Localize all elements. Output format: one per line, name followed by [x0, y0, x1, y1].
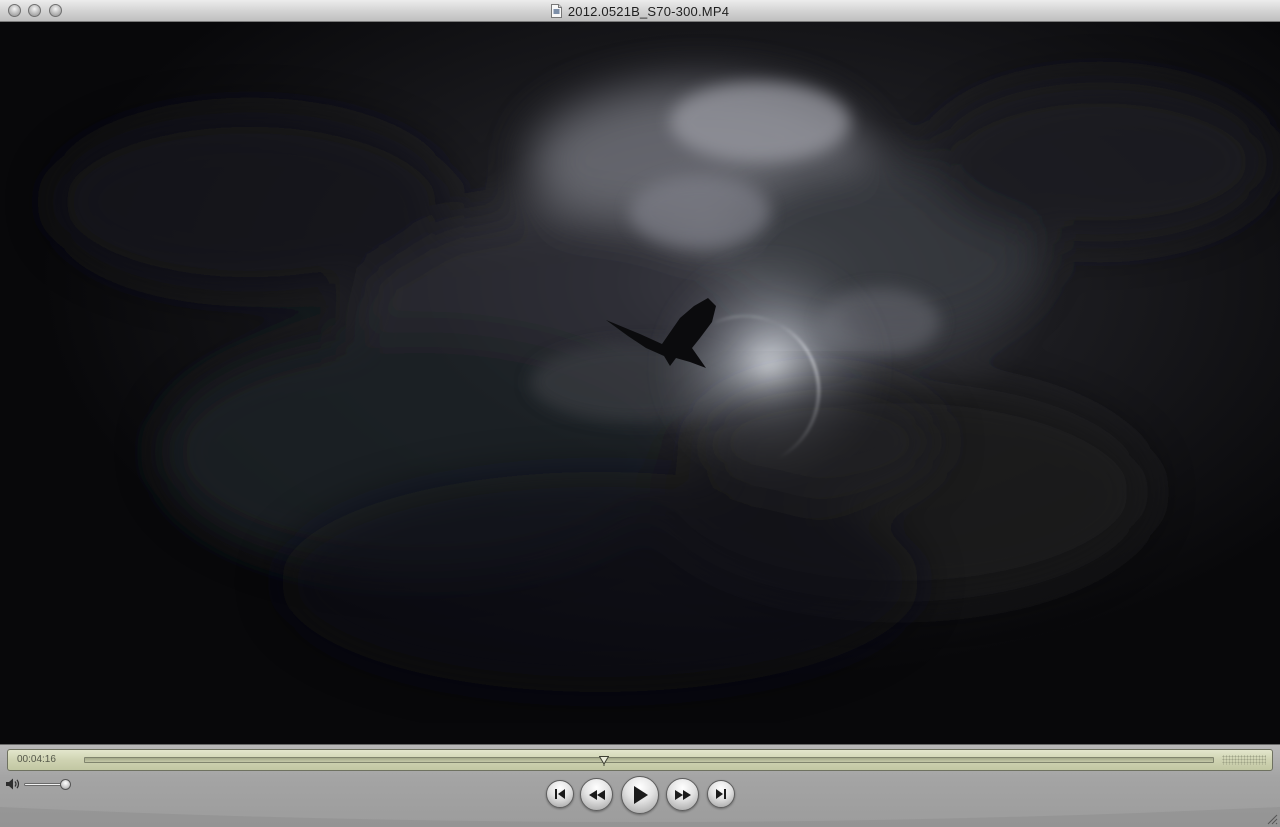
movie-controller: 00:04:16 — [0, 744, 1280, 827]
speaker-icon[interactable] — [5, 777, 21, 791]
quicktime-player-window: 2012.0521B_S70-300.MP4 00:04:16 — [0, 0, 1280, 827]
rewind-icon — [588, 789, 605, 800]
skip-to-start-icon — [555, 789, 565, 799]
controller-bottom-edge — [0, 807, 1280, 827]
movie-document-icon — [550, 4, 562, 18]
lcd-display: 00:04:16 — [7, 749, 1273, 771]
volume-slider-knob[interactable] — [60, 779, 71, 790]
playhead-marker[interactable] — [598, 756, 609, 766]
play-icon — [634, 786, 648, 804]
resize-grip-icon[interactable] — [1266, 813, 1278, 825]
eclipse-video-image — [0, 22, 1280, 744]
go-to-start-button[interactable] — [546, 780, 574, 808]
skip-to-end-icon — [716, 789, 726, 799]
window-title: 2012.0521B_S70-300.MP4 — [567, 3, 730, 19]
video-frame[interactable] — [0, 22, 1280, 744]
window-title-group: 2012.0521B_S70-300.MP4 — [0, 3, 1280, 19]
title-bar[interactable]: 2012.0521B_S70-300.MP4 — [0, 0, 1280, 22]
go-to-end-button[interactable] — [707, 780, 735, 808]
lcd-dot-pattern — [1222, 755, 1266, 765]
fast-forward-icon — [674, 789, 691, 800]
scrubber-bar[interactable] — [84, 756, 1214, 766]
current-time-readout: 00:04:16 — [17, 754, 56, 765]
volume-slider[interactable] — [24, 779, 71, 790]
